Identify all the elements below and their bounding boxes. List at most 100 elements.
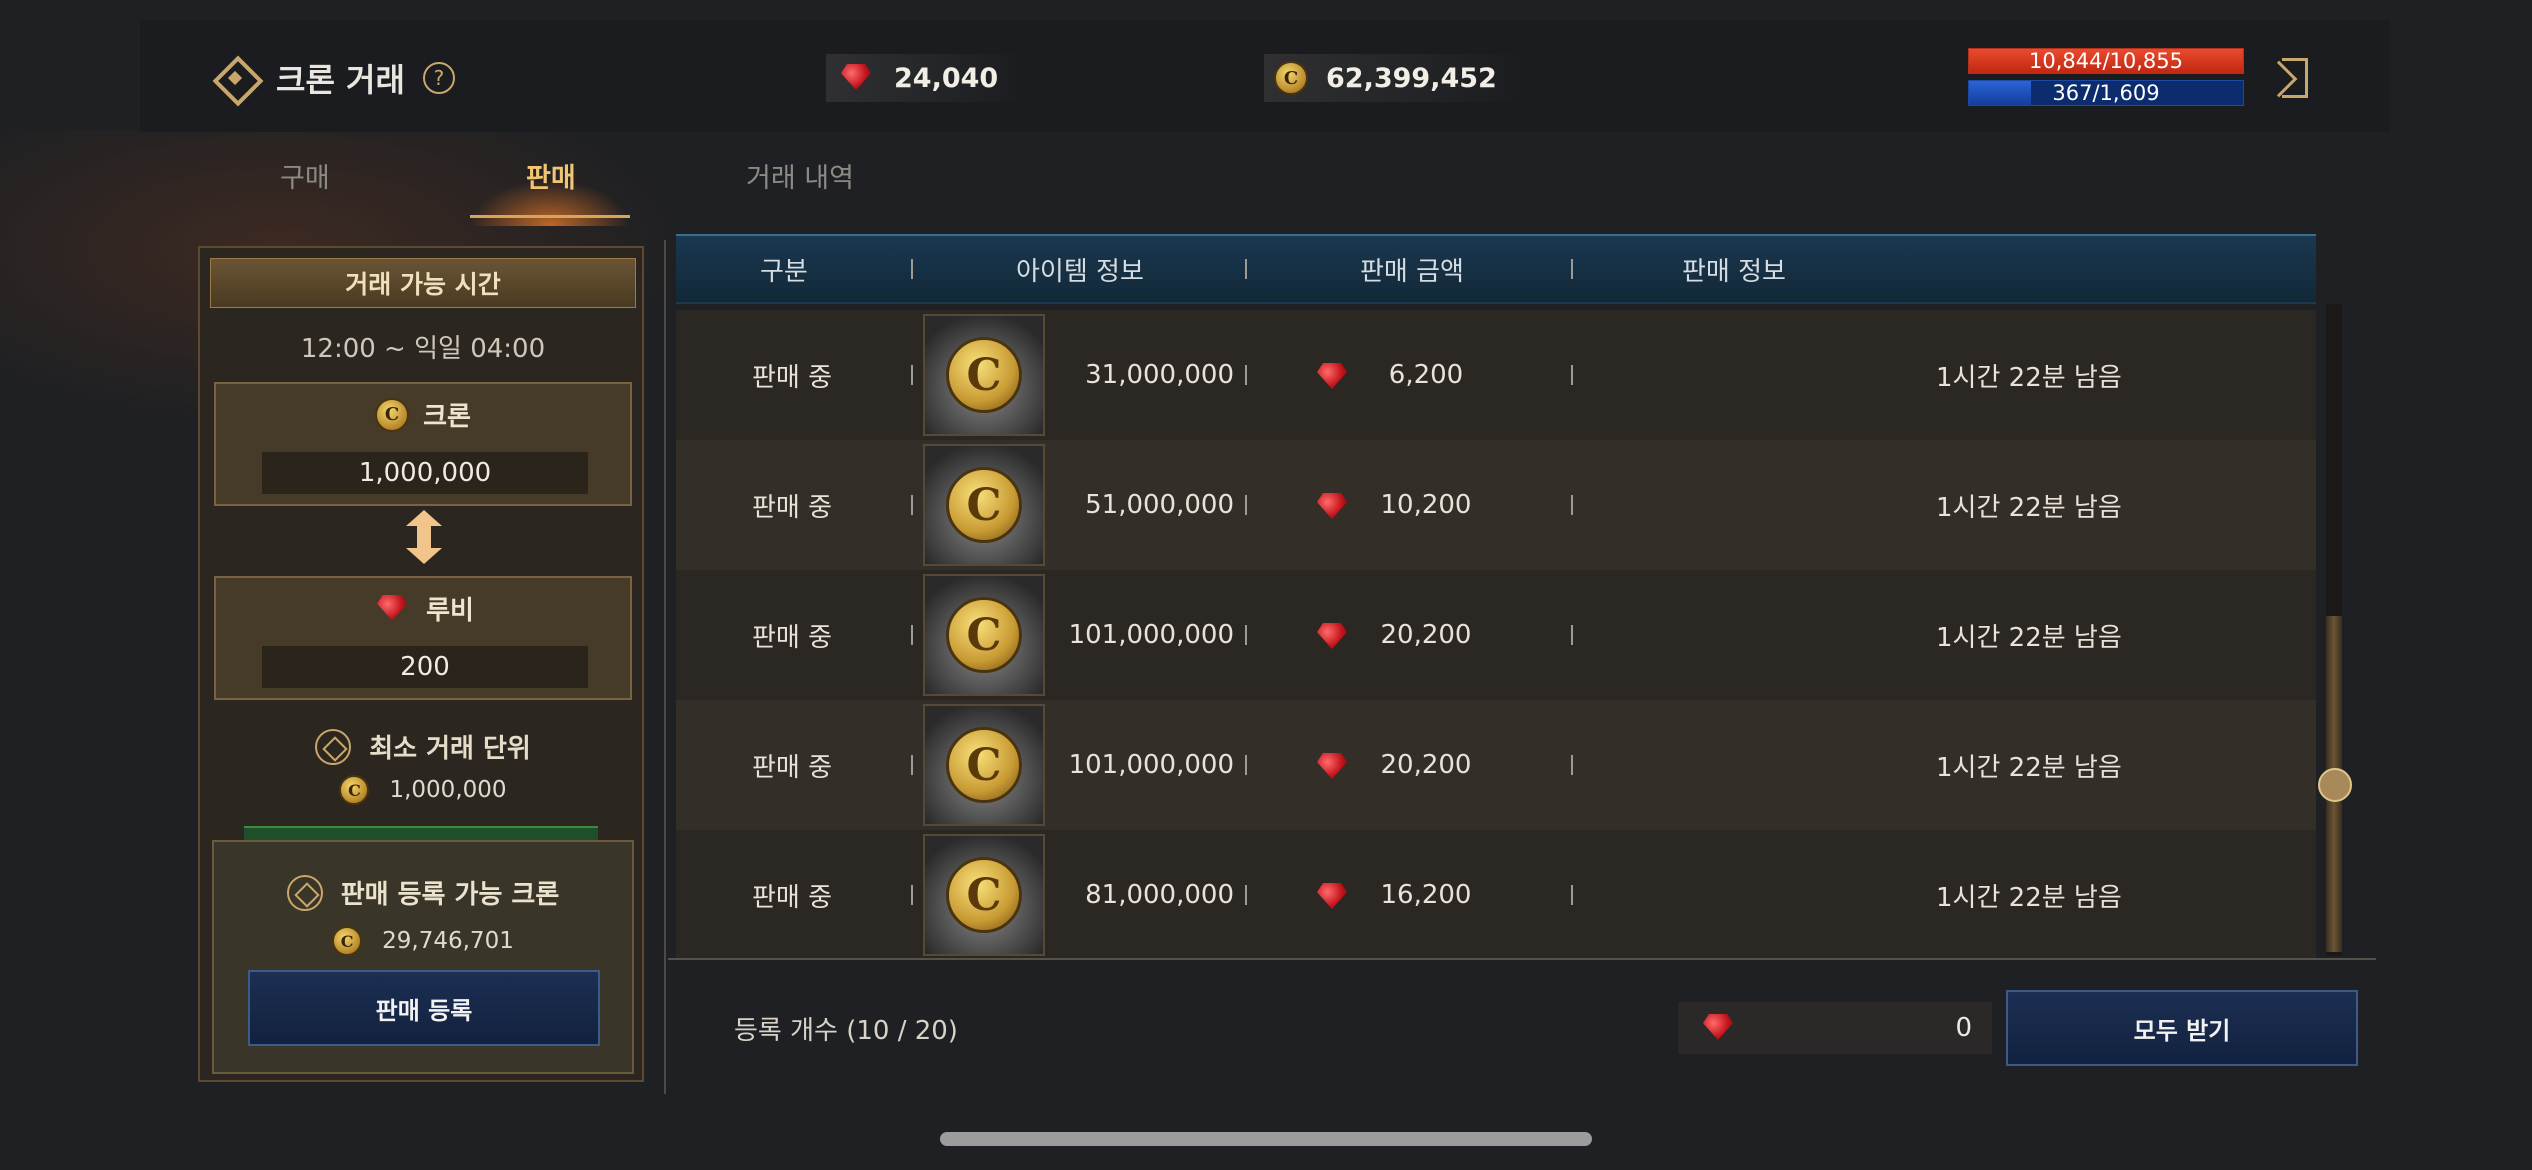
- row-status: 판매 중: [752, 882, 833, 913]
- row-separator: [1245, 625, 1247, 645]
- row-sale-info: 1시간 22분 남음: [1936, 622, 2122, 653]
- ruby-rate-value: 200: [262, 646, 588, 688]
- sellable-kron-value: 29,746,701: [382, 928, 514, 954]
- min-trade-unit-value: 1,000,000: [389, 777, 507, 803]
- ruby-label: 루비: [426, 596, 474, 626]
- row-kron-amount: 51,000,000: [1085, 490, 1234, 520]
- row-separator: [1571, 885, 1573, 905]
- scrollbar-knob[interactable]: [2318, 768, 2352, 802]
- active-tab-underline: [470, 215, 630, 218]
- ruby-icon: [372, 592, 412, 626]
- row-kron-amount: 101,000,000: [1068, 620, 1234, 650]
- tab-history[interactable]: 거래 내역: [746, 156, 854, 195]
- row-separator: [911, 625, 913, 645]
- kron-coin-icon: C: [946, 727, 1022, 803]
- row-ruby-price: 20,200: [1380, 620, 1472, 650]
- sellable-kron-header: 판매 등록 가능 크론: [214, 874, 632, 911]
- row-separator: [911, 365, 913, 385]
- claim-all-button[interactable]: 모두 받기: [2006, 990, 2358, 1066]
- trade-time-value: 12:00 ~ 익일 04:00: [300, 334, 546, 364]
- sellable-kron-row: C 29,746,701: [214, 926, 632, 956]
- table-row[interactable]: 판매 중 C 101,000,000 20,200 1시간 22분 남음: [676, 570, 2316, 700]
- table-row[interactable]: 판매 중 C 81,000,000 16,200 1시간 22분 남음: [676, 830, 2316, 960]
- exchange-info-panel: 거래 가능 시간 12:00 ~ 익일 04:00 C 크론 1,000,000…: [198, 246, 644, 1082]
- kron-balance: C 62,399,452: [1264, 54, 1527, 102]
- kron-trade-icon: [212, 55, 258, 101]
- page-title: 크론 거래: [276, 61, 405, 99]
- item-slot[interactable]: C: [923, 444, 1045, 566]
- ruby-rate-label: 루비: [216, 590, 630, 627]
- table-row[interactable]: 판매 중 C 31,000,000 6,200 1시간 22분 남음: [676, 310, 2316, 440]
- row-separator: [911, 885, 913, 905]
- item-slot[interactable]: C: [923, 834, 1045, 956]
- ruby-icon: [1698, 1011, 1738, 1045]
- arrow-down-head: [406, 548, 442, 564]
- ruby-icon: [1312, 880, 1348, 910]
- kron-rate-box: C 크론 1,000,000: [214, 382, 632, 506]
- home-indicator[interactable]: [940, 1132, 1592, 1146]
- row-sale-info: 1시간 22분 남음: [1936, 752, 2122, 783]
- kron-coin-icon: C: [332, 926, 363, 956]
- row-ruby-price: 20,200: [1380, 750, 1472, 780]
- emblem-icon: [286, 874, 323, 911]
- item-slot[interactable]: C: [923, 314, 1045, 436]
- min-trade-unit-row: C 1,000,000: [200, 775, 646, 805]
- header-title-group: 크론 거래 ?: [212, 48, 455, 108]
- row-kron-amount: 31,000,000: [1085, 360, 1234, 390]
- exit-icon[interactable]: [2260, 54, 2314, 102]
- table-row[interactable]: 판매 중 C 51,000,000 10,200 1시간 22분 남음: [676, 440, 2316, 570]
- mp-text: 367/1,609: [2052, 81, 2160, 105]
- min-trade-unit-header: 최소 거래 단위: [200, 728, 646, 765]
- row-separator: [911, 755, 913, 775]
- kron-coin-icon: C: [946, 597, 1022, 673]
- exchange-arrow-icon: [404, 510, 444, 564]
- ruby-icon: [1312, 620, 1348, 650]
- row-separator: [1245, 365, 1247, 385]
- tab-sell[interactable]: 판매: [526, 156, 576, 195]
- hp-bar: 10,844/10,855: [1968, 48, 2244, 74]
- row-sale-info: 1시간 22분 남음: [1936, 492, 2122, 523]
- table-row[interactable]: 판매 중 C 101,000,000 20,200 1시간 22분 남음: [676, 700, 2316, 830]
- kron-rate-value: 1,000,000: [262, 452, 588, 494]
- help-icon[interactable]: ?: [422, 62, 455, 94]
- trade-time-title: 거래 가능 시간: [210, 258, 636, 308]
- register-sale-button[interactable]: 판매 등록: [248, 970, 600, 1046]
- row-sale-info: 1시간 22분 남음: [1936, 882, 2122, 913]
- mp-bar: 367/1,609: [1968, 80, 2244, 106]
- ruby-icon: [836, 61, 876, 95]
- row-ruby-icon-cell: [1312, 830, 1348, 960]
- row-ruby-price: 6,200: [1388, 360, 1464, 390]
- row-ruby-price: 16,200: [1380, 880, 1472, 910]
- row-sale-info: 1시간 22분 남음: [1936, 362, 2122, 393]
- ruby-icon: [1312, 490, 1348, 520]
- panel-divider: [664, 240, 666, 1094]
- row-ruby-icon-cell: [1312, 310, 1348, 440]
- row-status: 판매 중: [752, 492, 833, 523]
- row-ruby-price: 10,200: [1380, 490, 1472, 520]
- item-slot[interactable]: C: [923, 704, 1045, 826]
- row-separator: [1571, 365, 1573, 385]
- ruby-balance: 24,040: [826, 54, 1029, 102]
- total-ruby-value: 0: [1955, 1013, 1972, 1043]
- kron-coin-icon: C: [339, 775, 370, 805]
- kron-coin-icon: C: [1274, 61, 1308, 95]
- kron-coin-icon: C: [946, 857, 1022, 933]
- item-slot[interactable]: C: [923, 574, 1045, 696]
- kron-rate-label: C 크론: [216, 396, 630, 433]
- row-separator: [1571, 755, 1573, 775]
- header-category: 구분: [760, 256, 808, 287]
- tab-buy[interactable]: 구매: [280, 156, 330, 195]
- registration-count: 등록 개수 (10 / 20): [734, 1016, 958, 1046]
- table-bottom-line: [668, 958, 2376, 960]
- ruby-icon: [1312, 360, 1348, 390]
- row-separator: [1245, 755, 1247, 775]
- ruby-icon: [1312, 750, 1348, 780]
- row-ruby-icon-cell: [1312, 440, 1348, 570]
- row-status: 판매 중: [752, 622, 833, 653]
- hp-text: 10,844/10,855: [2028, 49, 2184, 73]
- ruby-rate-box: 루비 200: [214, 576, 632, 700]
- row-status: 판매 중: [752, 752, 833, 783]
- header-separator: [911, 259, 913, 279]
- row-kron-amount: 81,000,000: [1085, 880, 1234, 910]
- kron-label: 크론: [423, 402, 471, 432]
